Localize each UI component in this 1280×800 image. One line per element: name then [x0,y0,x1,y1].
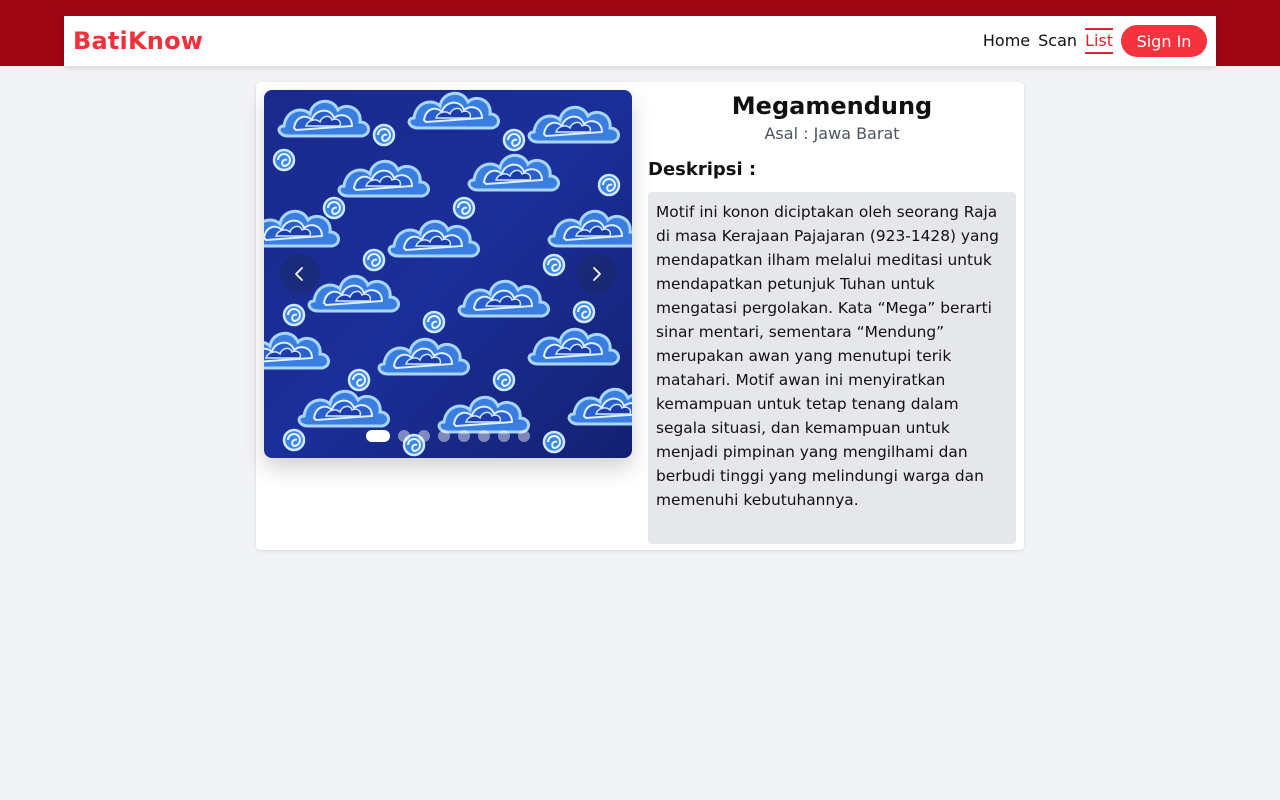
brand-logo[interactable]: BatiKnow [73,29,203,53]
batik-info: Megamendung Asal : Jawa Barat Deskripsi … [648,90,1016,544]
carousel-indicator[interactable] [438,430,450,442]
chevron-right-icon [593,267,601,281]
carousel-indicator[interactable] [398,430,410,442]
nav-home-link[interactable]: Home [983,28,1030,54]
batik-title: Megamendung [731,92,933,120]
image-carousel [264,90,632,458]
carousel-next-button[interactable] [576,254,616,294]
carousel-indicator[interactable] [478,430,490,442]
description-heading: Deskripsi : [648,159,757,180]
nav-list-link[interactable]: List [1085,28,1113,54]
description-text: Motif ini konon diciptakan oleh seorang … [648,192,1016,544]
carousel-indicator[interactable] [366,430,390,442]
carousel-prev-button[interactable] [280,254,320,294]
carousel-indicator[interactable] [518,430,530,442]
navbar: BatiKnow Home Scan List Sign In [64,16,1216,66]
carousel-indicator[interactable] [458,430,470,442]
origin-value: Jawa Barat [813,124,900,143]
carousel-indicator[interactable] [498,430,510,442]
batik-origin: Asal : Jawa Barat [648,122,1016,146]
carousel-indicators [264,430,632,442]
chevron-left-icon [295,267,303,281]
nav-scan-link[interactable]: Scan [1038,28,1077,54]
origin-label: Asal : [764,124,814,143]
nav-links: Home Scan List Sign In [975,25,1207,57]
sign-in-button[interactable]: Sign In [1121,25,1207,57]
batik-detail-card: Megamendung Asal : Jawa Barat Deskripsi … [256,82,1024,550]
carousel-indicator[interactable] [418,430,430,442]
